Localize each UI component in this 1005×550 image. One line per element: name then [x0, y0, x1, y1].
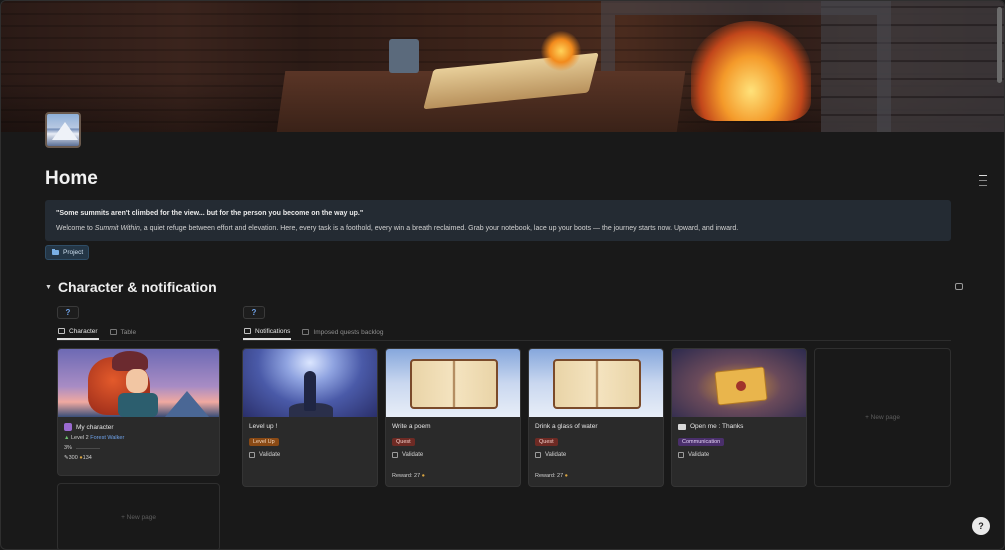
- tab-table[interactable]: Table: [109, 324, 138, 340]
- card-title: Level up !: [249, 423, 278, 430]
- welcome-callout: "Some summits aren't climbed for the vie…: [45, 200, 951, 241]
- validate-checkbox[interactable]: Validate: [678, 452, 806, 458]
- notifications-view-tabs: Notifications Imposed quests backlog: [243, 325, 951, 341]
- comment-icon[interactable]: [955, 283, 963, 290]
- mountain-icon: [52, 122, 78, 140]
- envelope-cover-image: [672, 349, 806, 417]
- toggle-arrow-icon[interactable]: ▼: [45, 284, 52, 291]
- gold-bag-icon: ●: [563, 473, 568, 479]
- character-stats: ✎300 ●134: [64, 455, 92, 461]
- section-title: Character & notification: [57, 279, 217, 295]
- page-title[interactable]: Home: [45, 168, 98, 190]
- validate-checkbox[interactable]: Validate: [249, 452, 377, 458]
- book-cover-image: [529, 349, 663, 417]
- reward-label: Reward: 27 ●: [392, 473, 425, 479]
- character-cover-image: [58, 349, 219, 417]
- tree-icon: ▲: [64, 435, 70, 441]
- scrollbar[interactable]: [997, 7, 1002, 83]
- section-heading[interactable]: ▼ Character & notification: [45, 279, 217, 295]
- notifications-help-button[interactable]: ?: [243, 306, 265, 319]
- levelup-cover-image: [243, 349, 377, 417]
- checkbox-icon[interactable]: [392, 452, 398, 458]
- reward-label: Reward: 27 ●: [535, 473, 568, 479]
- notification-card[interactable]: Drink a glass of water Quest Validate Re…: [528, 348, 664, 487]
- tab-notifications[interactable]: Notifications: [243, 324, 292, 340]
- card-title: Open me : Thanks: [678, 423, 806, 430]
- checkbox-icon[interactable]: [678, 452, 684, 458]
- tab-character[interactable]: Character: [57, 324, 99, 340]
- gold-bag-icon: ●: [420, 473, 425, 479]
- table-of-contents-icon[interactable]: [979, 175, 987, 190]
- project-label: Project: [63, 249, 84, 256]
- banner-fire: [691, 21, 811, 121]
- character-level: ▲ Level 2 Forest Walker: [64, 435, 125, 441]
- notification-card[interactable]: Write a poem Quest Validate Reward: 27 ●: [385, 348, 521, 487]
- table-icon: [109, 329, 117, 335]
- tag-quest: Quest: [535, 438, 558, 446]
- notion-page: Home "Some summits aren't climbed for th…: [0, 0, 1005, 550]
- tab-imposed-quests-backlog[interactable]: Imposed quests backlog: [301, 324, 384, 340]
- character-card[interactable]: My character ▲ Level 2 Forest Walker 3% …: [57, 348, 220, 476]
- character-help-button[interactable]: ?: [57, 306, 79, 319]
- notification-card[interactable]: Open me : Thanks Communication Validate: [671, 348, 807, 487]
- folder-icon: [52, 249, 59, 255]
- envelope-icon: [678, 423, 686, 430]
- progress-bar: [75, 447, 100, 449]
- tag-quest: Quest: [392, 438, 415, 446]
- avatar-icon: [64, 423, 72, 431]
- character-name: My character: [64, 423, 219, 431]
- callout-welcome: Welcome to Summit Within, a quiet refuge…: [56, 225, 739, 232]
- notifications-new-page-button[interactable]: + New page: [814, 348, 951, 487]
- project-link-button[interactable]: Project: [45, 245, 89, 260]
- notification-card[interactable]: Level up ! Level Up Validate: [242, 348, 378, 487]
- character-view-tabs: Character Table: [57, 325, 220, 341]
- gallery-icon: [302, 329, 310, 335]
- character-tab-icon: [58, 328, 65, 334]
- card-title: Write a poem: [392, 423, 431, 430]
- book-cover-image: [386, 349, 520, 417]
- cover-banner[interactable]: [1, 1, 1004, 132]
- callout-quote: "Some summits aren't climbed for the vie…: [56, 210, 364, 217]
- card-title: Drink a glass of water: [535, 423, 598, 430]
- help-button[interactable]: ?: [972, 517, 990, 535]
- validate-checkbox[interactable]: Validate: [392, 452, 520, 458]
- banner-mug: [389, 39, 419, 73]
- page-icon[interactable]: [45, 112, 81, 148]
- checkbox-icon[interactable]: [535, 452, 541, 458]
- tag-level-up: Level Up: [249, 438, 279, 446]
- validate-checkbox[interactable]: Validate: [535, 452, 663, 458]
- gallery-icon: [244, 328, 251, 334]
- character-progress: 3%: [64, 445, 219, 451]
- banner-candle: [541, 31, 581, 71]
- tag-communication: Communication: [678, 438, 725, 446]
- checkbox-icon[interactable]: [249, 452, 255, 458]
- character-new-page-button[interactable]: + New page: [57, 483, 220, 549]
